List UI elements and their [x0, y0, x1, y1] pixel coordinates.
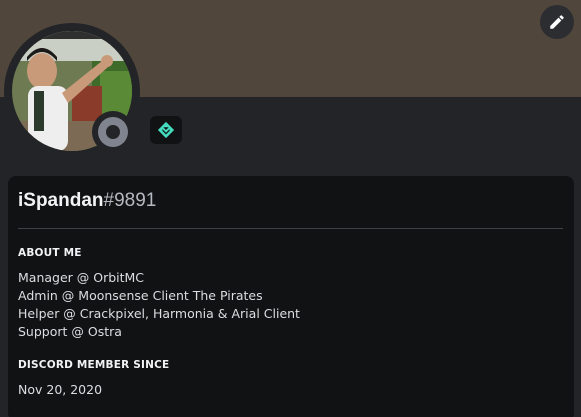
offline-status-icon — [98, 117, 128, 147]
edit-profile-button[interactable] — [540, 5, 574, 39]
about-me-heading: ABOUT ME — [18, 247, 82, 259]
hypesquad-balance-icon — [157, 121, 175, 139]
about-line: Helper @ Crackpixel, Harmonia & Arial Cl… — [18, 306, 300, 321]
username[interactable]: iSpandan#9891 — [18, 190, 156, 212]
divider — [18, 228, 563, 229]
about-line: Admin @ Moonsense Client The Pirates — [18, 288, 263, 303]
status-indicator — [92, 111, 134, 153]
member-since-heading: DISCORD MEMBER SINCE — [18, 359, 170, 371]
about-line: Manager @ OrbitMC — [18, 270, 145, 285]
member-since-date: Nov 20, 2020 — [18, 382, 103, 397]
about-line: Support @ Ostra — [18, 324, 122, 339]
username-name: iSpandan — [18, 190, 104, 211]
username-discriminator: #9891 — [103, 190, 157, 211]
hypesquad-badge[interactable] — [150, 116, 182, 144]
pencil-icon — [550, 15, 564, 29]
